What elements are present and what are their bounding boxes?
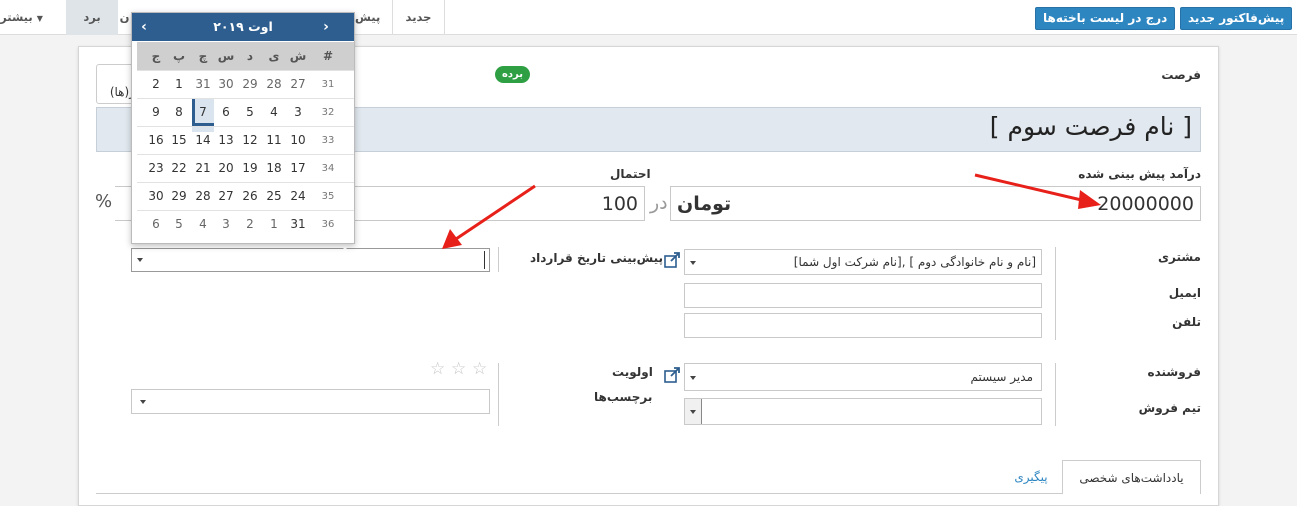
annotation-arrow-date <box>449 184 536 245</box>
prev-month-icon[interactable]: ‹ <box>132 13 156 41</box>
datepicker-day[interactable]: 28 <box>192 183 214 210</box>
datepicker-popup: ‹ اوت ۲۰۱۹ › # ش ی د س چ پ ج 31 27 28 29 30 31 1 2 32 3 4… <box>131 12 355 244</box>
datepicker-week-row: 35 24 25 26 27 28 29 30 <box>137 182 354 210</box>
weekday-label: ی <box>268 49 280 63</box>
datepicker-day[interactable]: 1 <box>168 71 190 98</box>
datepicker-day[interactable]: 31 <box>287 211 309 238</box>
week-number: 36 <box>321 219 335 230</box>
week-number: 32 <box>321 107 335 118</box>
datepicker-day[interactable]: 3 <box>215 211 237 238</box>
datepicker-day[interactable]: 17 <box>287 155 309 182</box>
weekday-label: پ <box>172 49 186 63</box>
weekday-label: ش <box>289 49 307 63</box>
arrowhead-icon <box>442 229 462 249</box>
datepicker-day[interactable]: 16 <box>145 127 167 154</box>
datepicker-day[interactable]: 14 <box>192 127 214 154</box>
datepicker-title[interactable]: اوت ۲۰۱۹ <box>172 13 314 41</box>
datepicker-week-row: 36 31 1 2 3 4 5 6 <box>137 210 354 238</box>
datepicker-day[interactable]: 12 <box>239 127 261 154</box>
weekday-label: ج <box>151 49 161 63</box>
datepicker-day[interactable]: 5 <box>239 99 261 126</box>
datepicker-day[interactable]: 19 <box>239 155 261 182</box>
datepicker-day[interactable]: 20 <box>215 155 237 182</box>
datepicker-day[interactable]: 22 <box>168 155 190 182</box>
next-month-icon[interactable]: › <box>314 13 338 41</box>
weekday-label: د <box>246 49 254 63</box>
datepicker-week-row: 31 27 28 29 30 31 1 2 <box>137 70 354 98</box>
week-number: 35 <box>321 191 335 202</box>
datepicker-day[interactable]: 13 <box>215 127 237 154</box>
datepicker-day[interactable]: 5 <box>168 211 190 238</box>
annotation-arrow-revenue <box>974 173 1091 204</box>
datepicker-day[interactable]: 10 <box>287 127 309 154</box>
datepicker-day[interactable]: 15 <box>168 127 190 154</box>
datepicker-day[interactable]: 30 <box>145 183 167 210</box>
datepicker-day[interactable]: 4 <box>263 99 285 126</box>
datepicker-pointer <box>338 243 352 250</box>
datepicker-day[interactable]: 29 <box>239 71 261 98</box>
weekday-label: س <box>217 49 235 63</box>
datepicker-day[interactable]: 23 <box>145 155 167 182</box>
datepicker-week-row: 32 3 4 5 6 7 8 9 <box>137 98 354 132</box>
weekday-header: # ش ی د س چ پ ج <box>137 42 354 70</box>
datepicker-day[interactable]: 27 <box>215 183 237 210</box>
week-number: 33 <box>321 135 335 146</box>
datepicker-day[interactable]: 2 <box>145 71 167 98</box>
datepicker-day[interactable]: 3 <box>287 99 309 126</box>
datepicker-day[interactable]: 30 <box>215 71 237 98</box>
datepicker-day[interactable]: 21 <box>192 155 214 182</box>
datepicker-header: ‹ اوت ۲۰۱۹ › <box>132 13 354 41</box>
datepicker-day[interactable]: 29 <box>168 183 190 210</box>
datepicker-day[interactable]: 26 <box>239 183 261 210</box>
datepicker-day[interactable]: 11 <box>263 127 285 154</box>
datepicker-day[interactable]: 2 <box>239 211 261 238</box>
datepicker-day[interactable]: 8 <box>168 99 190 126</box>
datepicker-week-row: 34 17 18 19 20 21 22 23 <box>137 154 354 182</box>
arrowhead-icon <box>1078 190 1101 209</box>
datepicker-day[interactable]: 28 <box>263 71 285 98</box>
week-number-header: # <box>322 49 334 63</box>
week-number: 34 <box>321 163 335 174</box>
datepicker-day[interactable]: 24 <box>287 183 309 210</box>
datepicker-day[interactable]: 9 <box>145 99 167 126</box>
datepicker-day[interactable]: 31 <box>192 71 214 98</box>
datepicker-day[interactable]: 1 <box>263 211 285 238</box>
week-number: 31 <box>321 79 335 90</box>
datepicker-day[interactable]: 25 <box>263 183 285 210</box>
datepicker-day[interactable]: 18 <box>263 155 285 182</box>
datepicker-day[interactable]: 6 <box>145 211 167 238</box>
datepicker-week-row: 33 10 11 12 13 14 15 16 <box>137 126 354 154</box>
datepicker-day[interactable]: 6 <box>215 99 237 126</box>
datepicker-day[interactable]: 4 <box>192 211 214 238</box>
datepicker-day[interactable]: 27 <box>287 71 309 98</box>
weekday-label: چ <box>198 49 208 63</box>
